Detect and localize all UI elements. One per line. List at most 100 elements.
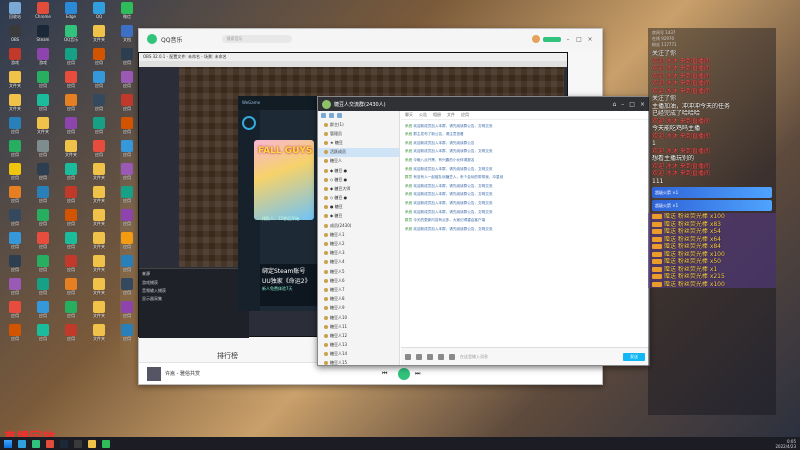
taskbar-app-icon[interactable] (32, 439, 40, 448)
member-row[interactable]: 糖豆人10 (318, 313, 399, 322)
chat-tab[interactable]: 应用 (461, 112, 469, 118)
desktop-shortcut[interactable]: 应用 (114, 117, 140, 138)
desktop-shortcut[interactable]: 应用 (58, 301, 84, 322)
desktop-shortcut[interactable]: 文件夹 (86, 255, 112, 276)
desktop-shortcut[interactable]: 应用 (58, 255, 84, 276)
qqmusic-user-area[interactable]: – □ × (532, 35, 594, 43)
member-row[interactable]: 糖豆人3 (318, 249, 399, 258)
desktop-shortcut[interactable]: 应用 (58, 163, 84, 184)
desktop-shortcut[interactable]: 应用 (30, 186, 56, 207)
chat-message[interactable]: 系统 欢迎新成员加入本群，请先阅读群公告，文明交流 (401, 192, 649, 197)
member-row[interactable]: 糖豆人9 (318, 304, 399, 313)
message-sender[interactable]: 系统 (405, 184, 412, 188)
qq-chat-window[interactable]: 糖豆人交流群(2430人) ⌂ – □ × 群主(1) 管理员 ★ 糖豆 活跃成员 糖豆… (317, 96, 650, 366)
desktop-shortcut[interactable]: 应用 (58, 232, 84, 253)
desktop-shortcut[interactable]: 文档 (114, 25, 140, 46)
desktop-shortcut[interactable]: QQ (86, 2, 112, 23)
desktop-shortcut[interactable]: 应用 (2, 209, 28, 230)
emoji-icon[interactable] (405, 353, 411, 360)
member-row[interactable]: 糖豆人15 (318, 359, 399, 368)
desktop-shortcut[interactable]: 应用 (114, 324, 140, 345)
member-row[interactable]: ◆ 糖豆大师 (318, 184, 399, 193)
next-icon[interactable]: ⏭ (415, 370, 420, 378)
chat-message[interactable]: 系统 欢迎新成员加入本群，请先阅读群公告，文明交流 (401, 201, 649, 206)
message-sender[interactable]: 系统 (405, 210, 412, 214)
desktop-shortcut[interactable]: 文件夹 (86, 232, 112, 253)
image-icon[interactable] (438, 353, 444, 360)
desktop-shortcut[interactable]: 应用 (2, 232, 28, 253)
message-area[interactable]: 聊天 公告 相册 文件 应用 系统 欢迎新成员加入本群，请先阅读群公告，文明交流 系统 群… (401, 111, 649, 347)
desktop-shortcut[interactable]: 文件夹 (86, 301, 112, 322)
member-row[interactable]: 糖豆人11 (318, 322, 399, 331)
message-sender[interactable]: 系统 (405, 227, 412, 231)
member-row[interactable]: 糖豆人14 (318, 350, 399, 359)
member-row[interactable]: 糖豆人 (318, 157, 399, 166)
desktop-shortcut[interactable]: 应用 (114, 186, 140, 207)
desktop-shortcut[interactable]: 应用 (86, 48, 112, 69)
desktop-shortcut[interactable]: 文件夹 (86, 186, 112, 207)
desktop-shortcut[interactable]: 应用 (30, 94, 56, 115)
desktop-shortcut[interactable]: Edge (58, 2, 84, 23)
desktop-shortcut[interactable]: 应用 (114, 140, 140, 161)
desktop-shortcut[interactable]: 应用 (58, 209, 84, 230)
avatar[interactable] (532, 35, 540, 43)
chat-message[interactable]: 系统 欢迎新成员加入本群，请先阅读群公告，文明交流 (401, 167, 649, 172)
member-row[interactable]: 糖豆人8 (318, 295, 399, 304)
taskbar-app-icon[interactable] (18, 439, 26, 448)
member-list[interactable]: 群主(1) 管理员 ★ 糖豆 活跃成员 糖豆人 ◆ 糖豆 ● ◇ 糖豆 ● ◆ 糖豆大师 ◇ 糖… (318, 111, 400, 368)
chat-tab[interactable]: 文件 (447, 112, 455, 118)
minimize-icon[interactable]: – (621, 101, 624, 108)
desktop-shortcut[interactable]: 应用 (2, 163, 28, 184)
member-row[interactable]: 糖豆人7 (318, 285, 399, 294)
chat-tab[interactable]: 聊天 (405, 112, 413, 118)
desktop-shortcut[interactable]: 应用 (114, 163, 140, 184)
message-sender[interactable]: 群员 (405, 218, 412, 222)
message-sender[interactable]: 系统 (405, 167, 412, 171)
member-row[interactable]: 糖豆人12 (318, 331, 399, 340)
desktop-shortcut[interactable]: 文件夹 (30, 117, 56, 138)
desktop-shortcut[interactable]: 回收站 (2, 2, 28, 23)
folder-icon[interactable] (427, 353, 433, 360)
obs-sources-panel[interactable]: 来源 游戏捕获 音频输入捕获 显示器采集 (139, 268, 249, 338)
desktop-shortcut[interactable]: 应用 (114, 94, 140, 115)
desktop-shortcut[interactable]: 应用 (114, 71, 140, 92)
desktop-shortcut[interactable]: 应用 (30, 209, 56, 230)
group-avatar[interactable] (322, 99, 331, 109)
member-row[interactable]: ★ 糖豆 (318, 138, 399, 147)
chat-message[interactable]: 系统 欢迎新成员加入本群，请先阅读群公告，文明交流 (401, 210, 649, 215)
message-sender[interactable]: 系统 (405, 158, 412, 162)
desktop-shortcut[interactable]: 应用 (114, 278, 140, 299)
message-sender[interactable]: 系统 (405, 149, 412, 153)
taskbar-app-icon[interactable] (46, 439, 54, 448)
desktop-shortcut[interactable]: QQ音乐 (58, 25, 84, 46)
chat-tab[interactable]: 公告 (419, 112, 427, 118)
member-row[interactable]: 糖豆人4 (318, 258, 399, 267)
message-sender[interactable]: 系统 (405, 132, 412, 136)
desktop-shortcut[interactable]: 应用 (58, 278, 84, 299)
desktop-shortcut[interactable]: 应用 (114, 301, 140, 322)
message-sender[interactable]: 群员 (405, 175, 412, 179)
home-icon[interactable]: ⌂ (612, 101, 616, 108)
add-icon[interactable] (329, 113, 334, 118)
member-row[interactable]: 糖豆人5 (318, 267, 399, 276)
desktop-shortcut[interactable]: 文件夹 (58, 140, 84, 161)
desktop-shortcut[interactable]: 应用 (58, 186, 84, 207)
desktop-shortcut[interactable]: 应用 (2, 255, 28, 276)
desktop-shortcut[interactable]: 文件夹 (86, 278, 112, 299)
desktop-shortcut[interactable]: 文件夹 (2, 94, 28, 115)
search-icon[interactable] (321, 113, 326, 118)
chat-message[interactable]: 系统 欢迎新成员加入本群，请先阅读群公告，文明交流 (401, 149, 649, 154)
member-row[interactable]: ◇ 糖豆 ● (318, 175, 399, 184)
album-cover[interactable] (147, 366, 161, 381)
desktop-shortcut[interactable]: 文件夹 (2, 71, 28, 92)
chat-message[interactable]: 系统 欢迎新成员加入本群，请先阅读群公告 (401, 141, 649, 146)
desktop-shortcut[interactable]: 应用 (2, 301, 28, 322)
desktop-shortcut[interactable]: 应用 (30, 232, 56, 253)
minimize-icon[interactable]: – (564, 36, 572, 43)
member-row[interactable]: ◆ 糖豆 ● (318, 166, 399, 175)
taskbar-app-icon[interactable] (60, 439, 68, 448)
mic-icon[interactable] (449, 353, 455, 360)
chat-message[interactable]: 系统 欢迎新成员加入本群，请先阅读群公告，文明交流 (401, 227, 649, 232)
chat-message[interactable]: 群员 今天的更新内容有点多，大家记得重启客户端 (401, 218, 649, 223)
desktop-shortcut[interactable]: 应用 (114, 255, 140, 276)
